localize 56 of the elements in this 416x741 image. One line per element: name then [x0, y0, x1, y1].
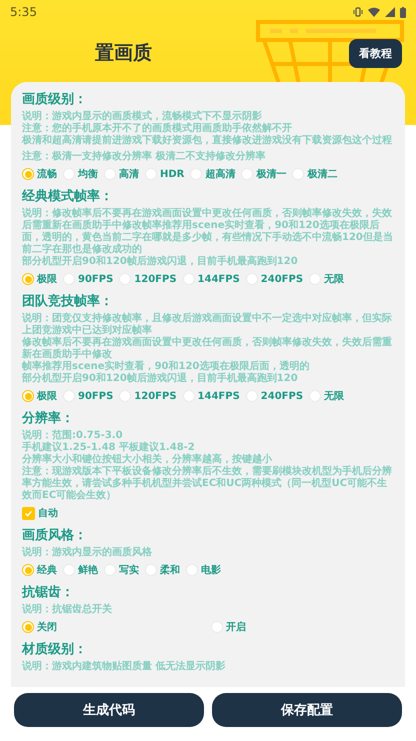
page-title: 置画质: [95, 41, 152, 66]
note-text: 注意：极清一支持修改分辨率 极清二不支持修改分辨率: [22, 151, 266, 163]
checkbox-option[interactable]: 自动: [22, 506, 58, 520]
radio-option[interactable]: 超高清: [190, 167, 236, 181]
description-text: 手机建议1.25-1.48 平板建议1.48-2: [22, 442, 196, 453]
section-title: 材质级别：: [22, 641, 88, 658]
radio-option[interactable]: 极限: [22, 272, 57, 286]
radio-option[interactable]: 均衡: [63, 167, 98, 181]
radio-option[interactable]: 鲜艳: [63, 563, 98, 577]
radio-option[interactable]: 无限: [309, 389, 344, 403]
description-text: 极清和超高清请提前进游戏下载好资源包，直接修改进游戏没有下载资源包这个过程: [22, 135, 393, 147]
description-text: 说明：游戏内建筑物贴图质量 低无法显示阴影: [22, 661, 226, 673]
description-text: 部分机型开启90和120帧后游戏闪退，目前手机最高跑到120: [22, 256, 299, 268]
section-title: 画质级别：: [22, 91, 88, 108]
radio-option[interactable]: 144FPS: [182, 389, 240, 403]
section-title: 分辨率：: [22, 410, 75, 427]
section-title: 经典模式帧率：: [22, 188, 114, 205]
radio-option[interactable]: 经典: [22, 563, 57, 577]
action-button[interactable]: 生成代码: [14, 693, 204, 727]
description-text: 说明：游戏内显示的画质模式，流畅模式下不显示阴影: [22, 111, 263, 122]
description-text: 说明：团竞仅支持修改帧率，且修改后游戏画面设置中不一定选中对应帧率，但实际上团竞游戏中已达到对应帧率: [22, 313, 393, 336]
radio-option[interactable]: 开启: [211, 620, 394, 634]
radio-option[interactable]: 240FPS: [246, 389, 304, 403]
description-text: 分辨率大小和键位按钮大小相关，分辨率越高，按键越小: [22, 454, 273, 465]
section-title: 抗锯齿：: [22, 584, 75, 601]
radio-option[interactable]: 写实: [104, 563, 139, 577]
description-text: 注意：您的手机原本开不了的画质模式用画质助手依然解不开: [22, 123, 293, 134]
description-text: 修改帧率后不要再在游戏画面设置中更改任何画质，否则帧率修改失效，失效后需重新在画质助手中修改: [22, 337, 393, 360]
radio-option[interactable]: 极清一: [241, 167, 286, 181]
radio-option[interactable]: 极限: [22, 389, 57, 403]
radio-option[interactable]: 120FPS: [119, 389, 177, 403]
action-button[interactable]: 保存配置: [212, 693, 402, 727]
radio-option[interactable]: 144FPS: [182, 272, 240, 286]
tutorial-button[interactable]: 看教程: [349, 38, 402, 68]
radio-option[interactable]: 无限: [309, 272, 344, 286]
radio-option[interactable]: 柔和: [145, 563, 180, 577]
radio-option[interactable]: 240FPS: [246, 272, 304, 286]
status-time: 5:35: [10, 5, 37, 19]
radio-option[interactable]: 电影: [186, 563, 221, 577]
radio-option[interactable]: 极清二: [292, 167, 338, 181]
description-text: 说明：范围:0.75-3.0: [22, 430, 124, 442]
description-text: 注意：现游戏版本下平板设备修改分辨率后不生效，需要刷模块改机型为手机后分辨率方能生效，请尝试多种手机机型并尝试EC和UC两种模式（同一机型UC可能不生效而EC可能会生效）: [22, 466, 393, 502]
description-text: 部分机型开启90和120帧后游戏闪退，目前手机最高跑到120: [22, 373, 299, 385]
description-text: 说明：抗锯齿总开关: [22, 604, 113, 616]
radio-option[interactable]: 120FPS: [119, 272, 177, 286]
section-title: 团队竞技帧率：: [22, 292, 114, 310]
radio-option[interactable]: 关闭: [22, 620, 205, 634]
radio-option[interactable]: 90FPS: [63, 389, 114, 403]
description-text: 说明：修改帧率后不要再在游戏画面设置中更改任何画质，否则帧率修改失效，失效后需重新在画质助手中修改帧率推荐用scene实时查看，90和120选项在极限后面，透明的，黄色当前二字在哪就是多少帧，有些情况下手动选不中流畅120但是当前二字在那也是修改成功的: [22, 208, 394, 255]
description-text: 说明：游戏内显示的画质风格: [22, 547, 153, 559]
description-text: 帧率推荐用scene实时查看，90和120选项在极限后面，透明的: [22, 361, 310, 372]
radio-option[interactable]: 流畅: [22, 167, 57, 181]
section-title: 画质风格：: [22, 527, 88, 544]
radio-option[interactable]: HDR: [145, 167, 184, 181]
radio-option[interactable]: 90FPS: [63, 272, 114, 286]
radio-option[interactable]: 高清: [104, 167, 139, 181]
